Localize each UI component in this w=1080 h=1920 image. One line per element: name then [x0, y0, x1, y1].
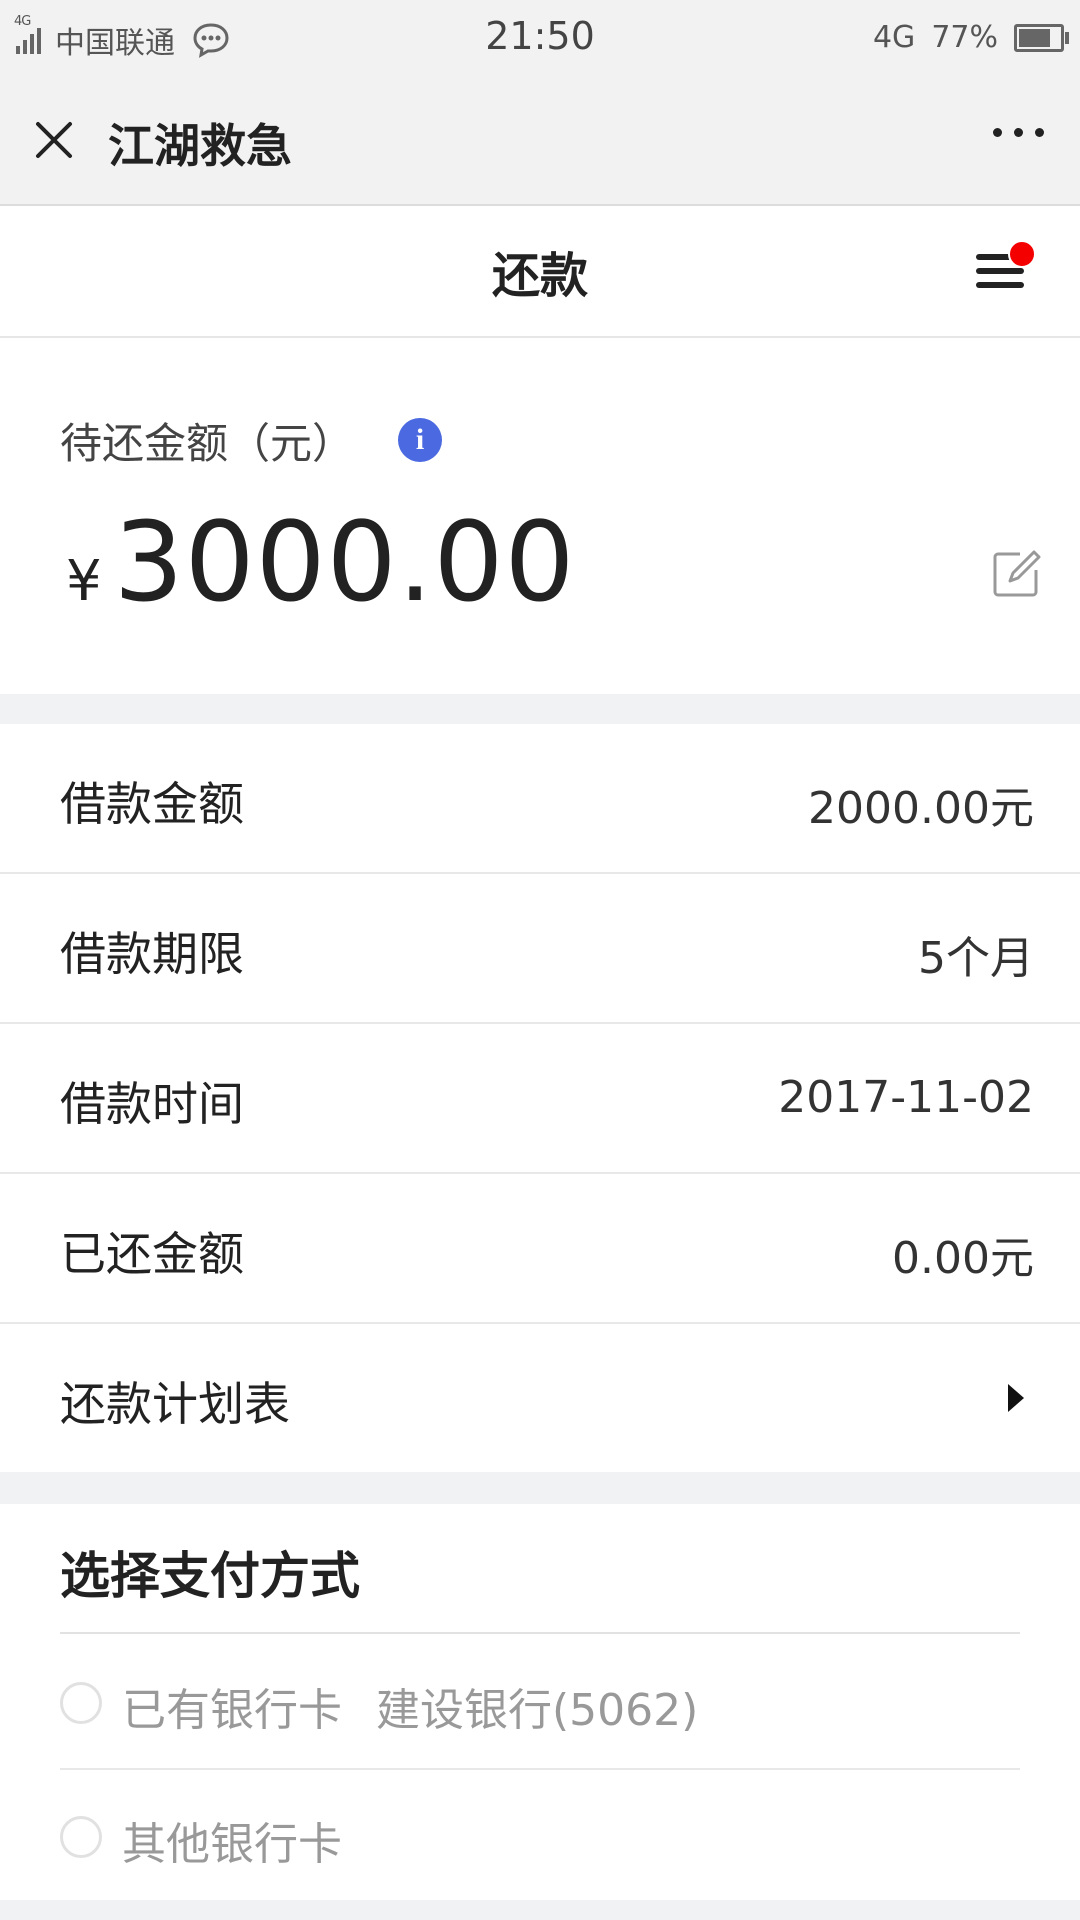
info-icon[interactable]: i	[398, 418, 442, 462]
loan-details: 借款金额 2000.00元 借款期限 5个月 借款时间 2017-11-02 已…	[0, 724, 1080, 1472]
amount-value: 3000.00	[113, 498, 576, 626]
amount-row: ¥ 3000.00	[66, 498, 576, 626]
more-icon	[1035, 128, 1044, 137]
option-text: 其他银行卡	[122, 1808, 342, 1872]
radio-button[interactable]	[60, 1682, 102, 1724]
detail-label: 还款计划表	[60, 1377, 290, 1431]
more-icon	[993, 128, 1002, 137]
title-bar: 江湖救急	[0, 80, 1080, 206]
divider	[60, 1632, 1020, 1634]
repayment-schedule-link[interactable]: 还款计划表	[0, 1324, 1080, 1472]
payment-section: 选择支付方式 已有银行卡 建设银行(5062) 其他银行卡	[0, 1504, 1080, 1900]
option-text: 已有银行卡 建设银行(5062)	[122, 1674, 698, 1738]
close-icon	[36, 122, 72, 158]
menu-icon	[976, 268, 1024, 274]
currency-symbol: ¥	[66, 549, 102, 614]
notification-dot	[1008, 240, 1036, 268]
detail-row-loan-term: 借款期限 5个月	[0, 874, 1080, 1024]
detail-row-loan-date: 借款时间 2017-11-02	[0, 1024, 1080, 1174]
battery-icon	[1014, 23, 1069, 52]
app-title: 江湖救急	[108, 119, 292, 173]
page-title: 还款	[491, 248, 588, 304]
payment-option-other-card[interactable]: 其他银行卡	[60, 1770, 1020, 1902]
status-right: 4G 77%	[872, 20, 1069, 55]
more-button[interactable]	[993, 128, 1044, 137]
more-icon	[1014, 128, 1023, 137]
detail-label: 已还金额	[60, 1227, 244, 1281]
detail-row-repaid-amount: 已还金额 0.00元	[0, 1174, 1080, 1324]
detail-value: 0.00元	[892, 1233, 1034, 1284]
detail-label: 借款金额	[60, 777, 244, 831]
radio-button[interactable]	[60, 1816, 102, 1858]
payment-title: 选择支付方式	[60, 1547, 360, 1605]
detail-label: 借款期限	[60, 927, 244, 981]
detail-label: 借款时间	[60, 1077, 244, 1131]
detail-row-loan-amount: 借款金额 2000.00元	[0, 724, 1080, 874]
detail-value: 2017-11-02	[778, 1072, 1034, 1123]
menu-button[interactable]	[976, 240, 1036, 296]
network-type: 4G	[872, 20, 916, 55]
amount-label: 待还金额（元）	[60, 419, 355, 468]
page-header: 还款	[0, 206, 1080, 338]
battery-percent: 77%	[931, 20, 998, 55]
payment-option-existing-card[interactable]: 已有银行卡 建设银行(5062)	[60, 1636, 1020, 1770]
option-label: 已有银行卡	[122, 1685, 342, 1736]
detail-value: 2000.00元	[808, 783, 1034, 834]
detail-value: 5个月	[918, 933, 1034, 984]
amount-card: 待还金额（元） i ¥ 3000.00	[0, 338, 1080, 694]
edit-icon[interactable]	[990, 548, 1042, 600]
option-bank: 建设银行(5062)	[376, 1685, 699, 1736]
option-label: 其他银行卡	[122, 1819, 342, 1870]
close-button[interactable]	[28, 114, 80, 166]
status-bar: 4G 中国联通 21:50 4G 77%	[0, 0, 1080, 80]
chevron-right-icon	[1008, 1384, 1024, 1412]
menu-icon	[976, 282, 1024, 288]
